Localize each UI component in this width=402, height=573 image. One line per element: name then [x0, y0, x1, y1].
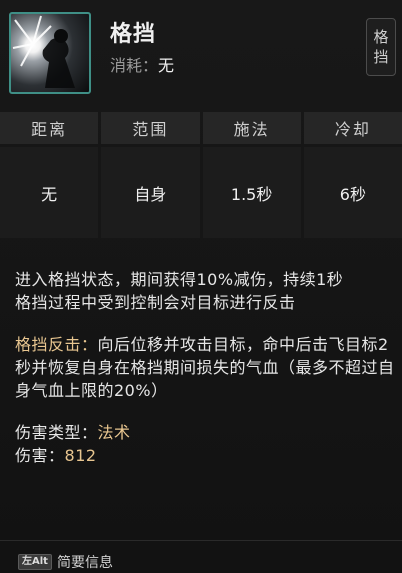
counter-description: 格挡反击：向后位移并攻击目标，命中后击飞目标2秒并恢复自身在格挡期间损失的气血（… [15, 333, 395, 402]
damage-type-row: 伤害类型：法术 [15, 421, 395, 444]
stat-value-cooldown: 6秒 [303, 147, 402, 238]
brief-info-label: 简要信息 [56, 555, 113, 571]
parry-button-char-1: 格 [373, 28, 389, 46]
damage-value: 812 [64, 446, 97, 465]
alt-key-badge: 左Alt [18, 554, 52, 570]
cost-row: 消耗：无 [110, 52, 174, 76]
stat-value-range: 自身 [101, 147, 200, 238]
parry-button-char-2: 挡 [373, 48, 389, 66]
counter-label: 格挡反击： [15, 335, 98, 354]
stat-value-distance: 无 [0, 147, 99, 238]
stat-header-cooldown: 冷却 [303, 112, 402, 144]
stat-header-range: 范围 [101, 112, 200, 144]
skill-tooltip: 格挡 消耗：无 格 挡 距离 范围 施法 冷却 无 自身 1.5秒 6秒 进入格… [0, 0, 402, 573]
damage-type-value: 法术 [97, 423, 131, 442]
tooltip-header: 格挡 消耗：无 格 挡 [0, 0, 402, 108]
skill-description: 进入格挡状态，期间获得10%减伤，持续1秒 格挡过程中受到控制会对目标进行反击 … [15, 268, 395, 467]
cost-label: 消耗： [110, 56, 159, 75]
footer-hint: 左Alt 简要信息 [18, 552, 113, 572]
stat-header-cast: 施法 [202, 112, 301, 144]
damage-row: 伤害：812 [15, 444, 395, 467]
stats-table: 距离 范围 施法 冷却 无 自身 1.5秒 6秒 [0, 112, 402, 238]
damage-label: 伤害： [15, 446, 65, 465]
description-line-2: 格挡过程中受到控制会对目标进行反击 [15, 293, 296, 312]
footer-divider [0, 540, 402, 541]
stat-header-distance: 距离 [0, 112, 99, 144]
skill-name: 格挡 [110, 22, 157, 47]
damage-type-label: 伤害类型： [15, 423, 98, 442]
parry-button[interactable]: 格 挡 [366, 18, 396, 76]
cost-value: 无 [158, 56, 175, 75]
description-line-1: 进入格挡状态，期间获得10%减伤，持续1秒 [15, 270, 344, 289]
stat-value-cast: 1.5秒 [202, 147, 301, 238]
parry-skill-icon [9, 12, 91, 94]
